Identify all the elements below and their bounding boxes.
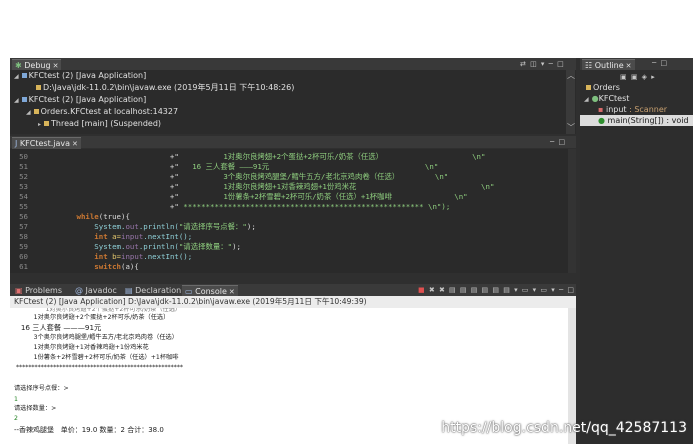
console-line: 1份薯条+2杯雪碧+2杯可乐/奶茶（任选）+1杯咖啡 <box>14 354 179 361</box>
outline-panel: ▣ ▣ ◈ ▸ Orders ◢ ●KFCtest ▪ input : Scann… <box>580 70 693 444</box>
debug-toolbar-icons[interactable]: ⇄ ◫ ▾ ─ □ <box>520 59 565 69</box>
code-line: 53 +" 1对奥尔良烤翅+1对香辣鸡翅+1份鸡米花 \n" <box>19 182 495 191</box>
close-icon[interactable]: ✕ <box>229 288 235 296</box>
class-icon: ● <box>591 94 599 103</box>
code-editor[interactable]: 50 +" 1对奥尔良烤翅+2个蛋挞+2杯可乐/奶茶（任选） \n" 51 +"… <box>10 149 576 273</box>
console-line: 3个奥尔良烤鸡腿堡/鳕牛五方/老北京鸡肉卷（任选） <box>14 334 178 341</box>
code-line: 54 +" 1份薯条+2杯雪碧+2杯可乐/奶茶（任选）+1杯咖啡 \n" <box>19 192 468 201</box>
code-line: 61 switch(a){ <box>19 262 139 271</box>
console-input-line: 1 <box>14 396 18 403</box>
debug-tree-item[interactable]: ◢ KFCtest (2) [Java Application] <box>14 94 146 106</box>
debug-tree-item[interactable]: ▸ Thread [main] (Suspended) <box>38 118 161 130</box>
console-line: 请选择数量：> <box>14 405 57 412</box>
java-app-icon <box>21 73 27 78</box>
close-icon[interactable]: ✕ <box>626 62 632 70</box>
console-input-line: 2 <box>14 415 18 422</box>
chevron-down-icon[interactable]: ﹀ <box>567 124 575 132</box>
code-line: 56 while(true){ <box>19 212 130 221</box>
outline-icon: ☷ <box>585 61 593 70</box>
tab-declaration[interactable]: ▤ Declaration <box>122 285 184 296</box>
process-icon <box>36 85 41 90</box>
debug-panel: ◢ KFCtest (2) [Java Application] D:\Java\… <box>10 70 576 134</box>
bottom-tabbar: ▣ Problems @ Javadoc ▤ Declaration ▭ Con… <box>10 284 576 297</box>
field-icon: ▪ <box>598 105 604 114</box>
package-icon <box>586 85 591 90</box>
console-line: 1对奥尔良烤翅+1对香辣鸡翅+1份鸡米花 <box>14 344 149 351</box>
code-line: 51 +" 16 三人套餐 ———91元 \n" <box>19 162 439 171</box>
watermark: https://blog.csdn.net/qq_42587113 <box>441 420 687 436</box>
outline-toolbar-icons[interactable]: ─ □ <box>652 58 668 68</box>
chevron-up-icon[interactable]: ︿ <box>567 72 575 80</box>
editor-tabbar: J KFCtest.java ✕ ─ □ <box>10 136 576 149</box>
close-icon[interactable]: ✕ <box>72 140 78 148</box>
editor-scrollbar[interactable] <box>568 149 576 273</box>
console-title-bar: KFCtest (2) [Java Application] D:\Java\j… <box>10 296 576 308</box>
debug-tabbar: ✱ Debug ✕ ⇄ ◫ ▾ ─ □ <box>10 58 576 71</box>
debug-tree-item[interactable]: ◢ Orders.KFCtest at localhost:14327 <box>26 106 178 118</box>
console-title: KFCtest (2) [Java Application] D:\Java\j… <box>14 297 367 306</box>
bug-icon: ✱ <box>15 61 22 70</box>
console-icon: ▭ <box>185 287 193 296</box>
outline-item-package[interactable]: Orders <box>586 82 620 93</box>
outline-filter-icons[interactable]: ▣ ▣ ◈ ▸ <box>620 72 656 82</box>
thread-icon <box>44 121 50 126</box>
debug-tree-item[interactable]: D:\Java\jdk-11.0.2\bin\javaw.exe (2019年5… <box>36 82 294 93</box>
console-line: 请选择序号点餐：> <box>14 385 69 392</box>
code-line: 58 int a=input.nextInt(); <box>19 232 193 241</box>
method-icon: ● <box>598 116 605 125</box>
tab-javadoc[interactable]: @ Javadoc <box>72 285 120 296</box>
declaration-icon: ▤ <box>125 286 133 295</box>
code-line: 60 int b=input.nextInt(); <box>19 252 193 261</box>
outline-item-field[interactable]: ▪ input : Scanner <box>598 104 667 115</box>
at-icon: @ <box>75 286 83 295</box>
console-line: 16 三人套餐 ———91元 <box>14 323 102 332</box>
outline-tabbar: ☷ Outline ✕ ─ □ <box>580 58 693 71</box>
code-line: 52 +" 3个奥尔良烤鸡腿堡/鳕牛五方/老北京鸡肉卷（任选） \n" <box>19 172 449 181</box>
console-toolbar-icons[interactable]: ■ ✖ ✖ ▤ ▤ ▤ ▤ ▤ ▤ ▾ ▭ ▾ ▭ ▾ ─ □ <box>418 285 575 295</box>
debug-tree-item[interactable]: ◢ KFCtest (2) [Java Application] <box>14 70 146 82</box>
code-line: 59 System.out.println("请选择数量："); <box>19 242 242 251</box>
console-line: 1对奥尔良烤翅+2个蛋挞+2杯可乐/奶茶（任选） <box>14 314 170 321</box>
editor-toolbar-icons[interactable]: ─ □ <box>550 137 566 147</box>
console-line: --香辣鸡腿堡 单价：19.0 数量：2 合计：38.0 <box>14 426 164 434</box>
code-line: 50 +" 1对奥尔良烤翅+2个蛋挞+2杯可乐/奶茶（任选） \n" <box>19 152 486 161</box>
java-file-icon: J <box>15 139 18 148</box>
debug-scrollbar[interactable]: ︿ ﹀ <box>566 70 575 134</box>
problems-icon: ▣ <box>15 286 23 295</box>
outline-item-method[interactable]: ● main(String[]) : void <box>580 115 693 126</box>
tab-problems[interactable]: ▣ Problems <box>12 285 65 296</box>
close-icon[interactable]: ✕ <box>53 62 59 70</box>
ide-window: ✱ Debug ✕ ⇄ ◫ ▾ ─ □ ◢ KFCtest (2) [Java Ap… <box>10 58 693 444</box>
java-app-icon <box>21 97 27 102</box>
code-line: 57 System.out.println("请选择序号点餐："); <box>19 222 256 231</box>
debug-target-icon <box>33 109 39 114</box>
console-line: ****************************************… <box>14 364 184 371</box>
tab-kfctest-java[interactable]: J KFCtest.java ✕ <box>12 137 81 149</box>
code-line: 55 +" **********************************… <box>19 202 451 211</box>
